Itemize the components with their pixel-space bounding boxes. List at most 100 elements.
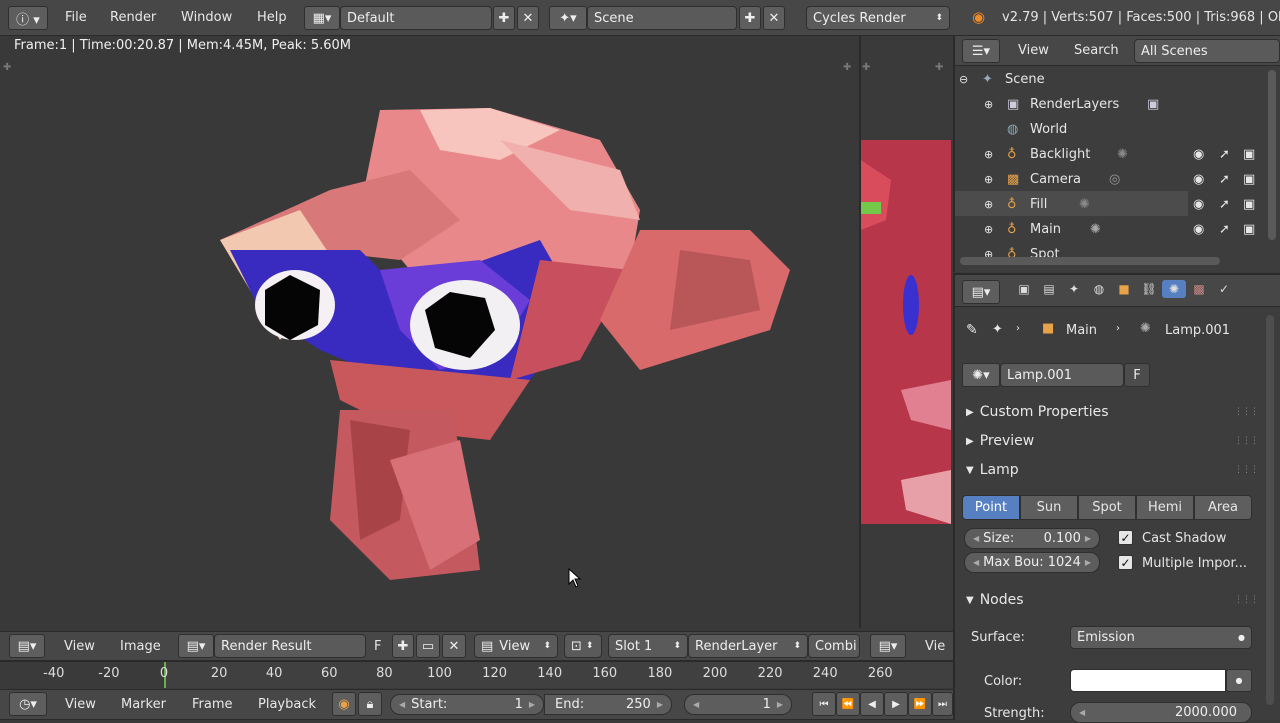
visibility-eye-icon[interactable]: ◉ [1193, 197, 1204, 212]
jump-prev-keyframe-icon[interactable]: ⏪ [836, 692, 860, 716]
editor-type-button[interactable]: ▤▾ [9, 634, 45, 658]
scene-field[interactable]: Scene [587, 6, 737, 30]
decrement-arrow-icon[interactable]: ◀ [1079, 708, 1085, 717]
screen-layout-icon[interactable]: ▦▾ [304, 6, 340, 30]
render-camera-icon[interactable]: ▣ [1243, 222, 1255, 237]
pivot-dropdown[interactable]: ⊡ ⬍ [564, 634, 602, 658]
corner-plus-icon[interactable]: ✚ [3, 62, 11, 73]
select-arrow-icon[interactable]: ➚ [1219, 147, 1230, 162]
view-mode-dropdown[interactable]: ▤ View ⬍ [474, 634, 558, 658]
jump-end-icon[interactable]: ⏭ [932, 692, 953, 716]
panel-preview[interactable]: ▶ Preview ⋮⋮⋮ [958, 427, 1259, 455]
increment-arrow-icon[interactable]: ▶ [1085, 558, 1091, 567]
screen-layout-field[interactable]: Default [340, 6, 492, 30]
world-tab-icon[interactable]: ◍ [1087, 280, 1111, 298]
render-camera-icon[interactable]: ▣ [1243, 172, 1255, 187]
panel-custom-properties[interactable]: ▶ Custom Properties ⋮⋮⋮ [958, 398, 1259, 426]
properties-editor-type-button[interactable]: ▤▾ [962, 280, 1000, 304]
image-name-field[interactable]: Render Result [214, 634, 366, 658]
menu-help[interactable]: Help [257, 10, 287, 25]
panel-nodes[interactable]: ▼ Nodes ⋮⋮⋮ [958, 586, 1259, 614]
scene-tab-icon[interactable]: ✦ [1062, 280, 1086, 298]
color-swatch[interactable] [1070, 669, 1226, 692]
timeline-menu-frame[interactable]: Frame [192, 697, 233, 712]
decrement-arrow-icon[interactable]: ◀ [693, 700, 699, 709]
decrement-arrow-icon[interactable]: ◀ [973, 558, 979, 567]
visibility-eye-icon[interactable]: ◉ [1193, 147, 1204, 162]
lamp-type-spot[interactable]: Spot [1078, 495, 1136, 520]
texture-tab-icon[interactable]: ▩ [1187, 280, 1211, 298]
slot-dropdown[interactable]: Slot 1 ⬍ [608, 634, 688, 658]
constraints-tab-icon[interactable]: ⛓ [1137, 280, 1161, 298]
select-arrow-icon[interactable]: ➚ [1219, 197, 1230, 212]
decrement-arrow-icon[interactable]: ◀ [399, 700, 405, 709]
corner-plus-icon[interactable]: ✚ [843, 62, 851, 73]
object-tab-icon[interactable]: ■ [1112, 280, 1136, 298]
render-pass-dropdown[interactable]: Combi [808, 634, 860, 658]
tree-row-main[interactable]: ⊕ ♁ Main ✺ ◉ ➚ ▣ [955, 217, 1265, 242]
menu-view[interactable]: View [64, 639, 95, 654]
lamp-type-sun[interactable]: Sun [1020, 495, 1078, 520]
outliner-menu-view[interactable]: View [1018, 43, 1049, 58]
outliner-horizontal-scrollbar[interactable] [960, 257, 1220, 265]
corner-plus-icon[interactable]: ✚ [862, 62, 870, 73]
menu-window[interactable]: Window [181, 10, 232, 25]
particles-tab-icon[interactable]: ✓ [1212, 280, 1236, 298]
cast-shadow-checkbox[interactable]: ✓ [1118, 530, 1133, 545]
tree-row-backlight[interactable]: ⊕ ♁ Backlight ✺ ◉ ➚ ▣ [955, 142, 1265, 167]
outliner-editor-type-button[interactable]: ☰▾ [962, 39, 1000, 63]
new-image-button[interactable]: ✚ [392, 634, 414, 658]
tree-row-renderlayers[interactable]: ⊕ ▣ RenderLayers ▣ [955, 92, 1265, 117]
delete-scene-button[interactable]: ✕ [763, 6, 785, 30]
lamp-type-area[interactable]: Area [1194, 495, 1252, 520]
info-editor-type-button[interactable]: ⓘ ▾ [8, 6, 48, 30]
surface-shader-dropdown[interactable]: Emission ● [1070, 626, 1252, 649]
menu-view-secondary[interactable]: Vie [925, 639, 945, 654]
timeline-menu-marker[interactable]: Marker [121, 697, 166, 712]
delete-screen-button[interactable]: ✕ [517, 6, 539, 30]
select-arrow-icon[interactable]: ➚ [1219, 172, 1230, 187]
menu-render[interactable]: Render [110, 10, 156, 25]
decrement-arrow-icon[interactable]: ◀ [973, 534, 979, 543]
timeline-menu-playback[interactable]: Playback [258, 697, 316, 712]
jump-start-icon[interactable]: ⏮ [812, 692, 836, 716]
panel-lamp[interactable]: ▼ Lamp ⋮⋮⋮ [958, 456, 1259, 484]
play-icon[interactable]: ▶ [884, 692, 908, 716]
outliner-vertical-scrollbar[interactable] [1268, 70, 1276, 240]
tree-row-scene[interactable]: ⊖ ✦ Scene [955, 67, 1265, 92]
expand-icon[interactable]: ⊕ [984, 223, 993, 236]
render-camera-icon[interactable]: ▣ [1243, 197, 1255, 212]
collapse-icon[interactable]: ⊖ [959, 73, 968, 86]
render-engine-dropdown[interactable]: Cycles Render ⬍ [806, 6, 950, 30]
expand-icon[interactable]: ⊕ [984, 173, 993, 186]
fake-user-toggle[interactable]: F [1124, 363, 1150, 387]
start-frame-field[interactable]: ◀ Start: 1 ▶ [390, 694, 544, 715]
tree-row-world[interactable]: ◍ World [955, 117, 1265, 142]
add-screen-button[interactable]: ✚ [493, 6, 515, 30]
open-image-folder-icon[interactable]: ▭ [416, 634, 440, 658]
lamp-size-field[interactable]: ◀ Size: 0.100 ▶ [964, 528, 1100, 549]
drag-handle-icon[interactable]: ⋮⋮⋮ [1234, 436, 1259, 446]
lamp-type-hemi[interactable]: Hemi [1136, 495, 1194, 520]
expand-icon[interactable]: ⊕ [984, 148, 993, 161]
pin-icon[interactable]: ✎ [966, 322, 978, 338]
editor-type-button-secondary[interactable]: ▤▾ [870, 634, 906, 658]
max-bounces-field[interactable]: ◀ Max Bou: 1024 ▶ [964, 552, 1100, 573]
visibility-eye-icon[interactable]: ◉ [1193, 172, 1204, 187]
increment-arrow-icon[interactable]: ▶ [657, 700, 663, 709]
current-frame-field[interactable]: ◀ 1 ▶ [684, 694, 792, 715]
menu-file[interactable]: File [65, 10, 87, 25]
expand-icon[interactable]: ⊕ [984, 98, 993, 111]
tree-row-camera[interactable]: ⊕ ▩ Camera ◎ ◉ ➚ ▣ [955, 167, 1265, 192]
add-scene-button[interactable]: ✚ [739, 6, 761, 30]
timeline-editor-type-button[interactable]: ◷▾ [9, 692, 47, 716]
outliner-menu-search[interactable]: Search [1074, 43, 1119, 58]
lamp-datablock-browse-icon[interactable]: ✺▾ [962, 363, 1000, 387]
increment-arrow-icon[interactable]: ▶ [529, 700, 535, 709]
render-layer-dropdown[interactable]: RenderLayer ⬍ [688, 634, 808, 658]
lamp-data-tab-icon[interactable]: ✺ [1162, 280, 1186, 298]
fake-user-button[interactable]: F [374, 639, 381, 654]
visibility-eye-icon[interactable]: ◉ [1193, 222, 1204, 237]
end-frame-field[interactable]: End: 250 ▶ [544, 694, 672, 715]
select-arrow-icon[interactable]: ➚ [1219, 222, 1230, 237]
